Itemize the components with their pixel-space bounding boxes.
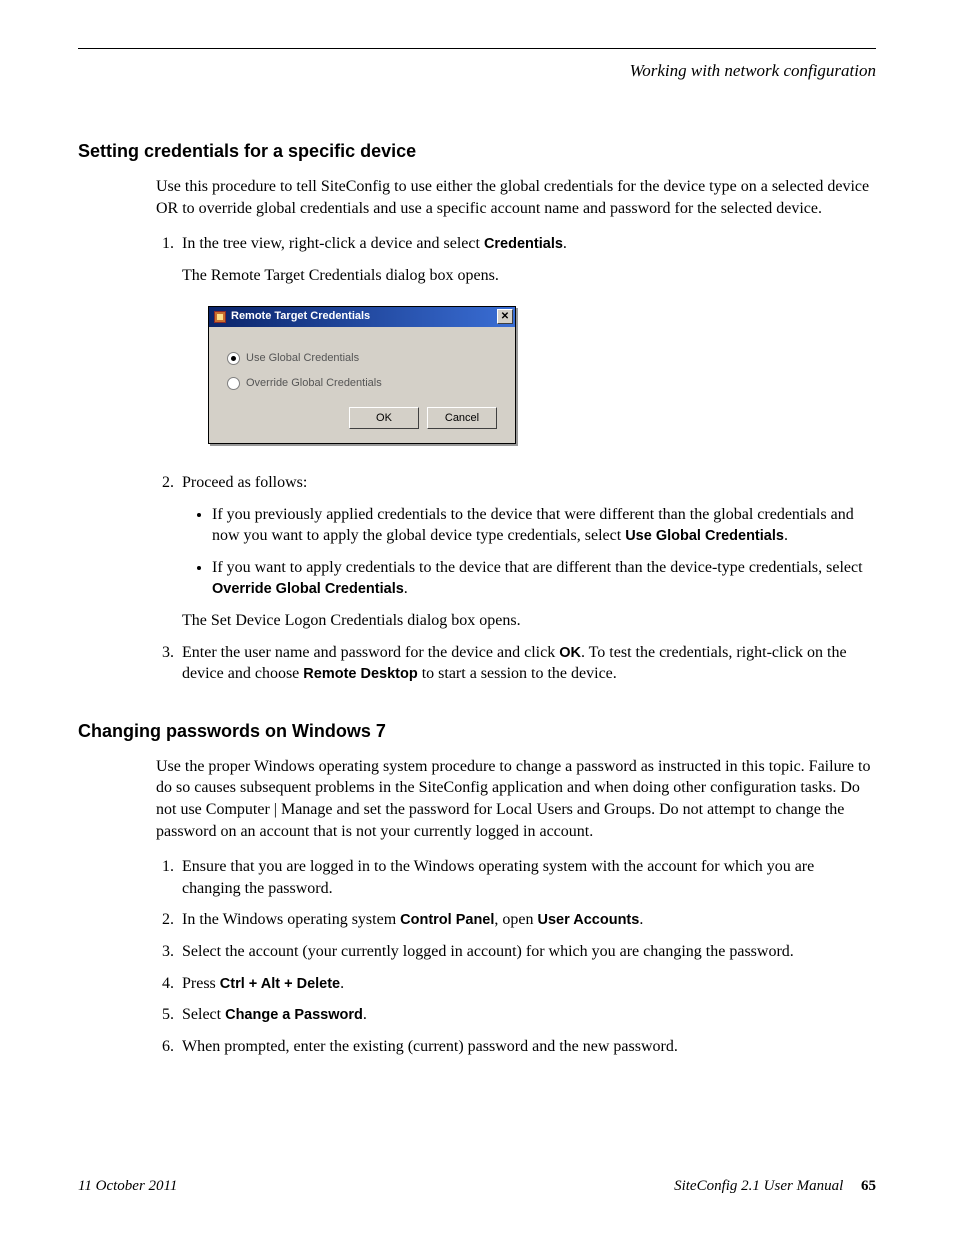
step-3-c: to start a session to the device. xyxy=(418,665,617,682)
footer-version: 2.1 xyxy=(741,1178,760,1194)
step-3: Enter the user name and password for the… xyxy=(178,642,876,685)
footer-product: SiteConfig xyxy=(674,1178,737,1194)
ctrl-alt-delete-label: Ctrl + Alt + Delete xyxy=(220,976,340,992)
pw-step-6: When prompted, enter the existing (curre… xyxy=(178,1036,876,1058)
pw-step-3: Select the account (your currently logge… xyxy=(178,941,876,963)
use-global-credentials-label: Use Global Credentials xyxy=(625,528,784,544)
section-heading-credentials: Setting credentials for a specific devic… xyxy=(78,141,876,162)
pw-step-4-b: . xyxy=(340,975,344,992)
ok-button[interactable]: OK xyxy=(349,407,419,429)
close-icon[interactable]: ✕ xyxy=(497,309,513,324)
pw-step-4-a: Press xyxy=(182,975,220,992)
remote-target-credentials-dialog: Remote Target Credentials ✕ Use Global C… xyxy=(208,306,516,444)
user-accounts-label: User Accounts xyxy=(538,912,640,928)
pw-step-2: In the Windows operating system Control … xyxy=(178,909,876,931)
cancel-button[interactable]: Cancel xyxy=(427,407,497,429)
step-2-bullet-1-b: . xyxy=(784,527,788,544)
radio-use-global[interactable]: Use Global Credentials xyxy=(227,351,497,366)
radio-override-global-label: Override Global Credentials xyxy=(246,376,382,391)
dialog-title: Remote Target Credentials xyxy=(231,309,497,324)
footer-manual-label: User Manual xyxy=(764,1178,844,1194)
step-1-text-a: In the tree view, right-click a device a… xyxy=(182,235,484,252)
pw-step-2-b: , open xyxy=(494,911,537,928)
pw-step-2-a: In the Windows operating system xyxy=(182,911,400,928)
pw-step-4: Press Ctrl + Alt + Delete. xyxy=(178,973,876,995)
section-heading-passwords: Changing passwords on Windows 7 xyxy=(78,721,876,742)
dialog-titlebar: Remote Target Credentials ✕ xyxy=(209,307,515,327)
dialog-figure: Remote Target Credentials ✕ Use Global C… xyxy=(208,306,876,444)
pw-step-5: Select Change a Password. xyxy=(178,1004,876,1026)
step-2-bullet-2-a: If you want to apply credentials to the … xyxy=(212,559,863,576)
pw-step-5-b: . xyxy=(363,1006,367,1023)
step-3-a: Enter the user name and password for the… xyxy=(182,644,559,661)
step-2-bullet-2: If you want to apply credentials to the … xyxy=(212,557,876,600)
pw-step-2-c: . xyxy=(639,911,643,928)
page-footer: 11 October 2011 SiteConfig 2.1 User Manu… xyxy=(78,1178,876,1195)
radio-icon xyxy=(227,377,240,390)
footer-manual: SiteConfig 2.1 User Manual 65 xyxy=(674,1178,876,1195)
footer-date: 11 October 2011 xyxy=(78,1178,177,1195)
intro-paragraph: Use this procedure to tell SiteConfig to… xyxy=(156,176,876,219)
credentials-label: Credentials xyxy=(484,236,563,252)
step-2: Proceed as follows: If you previously ap… xyxy=(178,472,876,632)
step-2-lead: Proceed as follows: xyxy=(182,474,307,491)
radio-icon xyxy=(227,352,240,365)
header-rule xyxy=(78,48,876,49)
radio-override-global[interactable]: Override Global Credentials xyxy=(227,376,497,391)
pw-step-5-a: Select xyxy=(182,1006,225,1023)
ok-label: OK xyxy=(559,645,581,661)
app-icon xyxy=(213,310,227,324)
step-1-result: The Remote Target Credentials dialog box… xyxy=(182,265,876,287)
step-1: In the tree view, right-click a device a… xyxy=(178,233,876,444)
step-2-bullet-2-b: . xyxy=(404,580,408,597)
step-1-text-b: . xyxy=(563,235,567,252)
section2-intro: Use the proper Windows operating system … xyxy=(156,756,876,842)
step-2-result: The Set Device Logon Credentials dialog … xyxy=(182,610,876,632)
remote-desktop-label: Remote Desktop xyxy=(303,666,417,682)
page-number: 65 xyxy=(861,1178,876,1194)
pw-step-1: Ensure that you are logged in to the Win… xyxy=(178,856,876,899)
radio-use-global-label: Use Global Credentials xyxy=(246,351,359,366)
step-2-bullet-1: If you previously applied credentials to… xyxy=(212,504,876,547)
control-panel-label: Control Panel xyxy=(400,912,494,928)
change-password-label: Change a Password xyxy=(225,1007,363,1023)
override-global-credentials-label: Override Global Credentials xyxy=(212,581,404,597)
running-head: Working with network configuration xyxy=(78,61,876,81)
